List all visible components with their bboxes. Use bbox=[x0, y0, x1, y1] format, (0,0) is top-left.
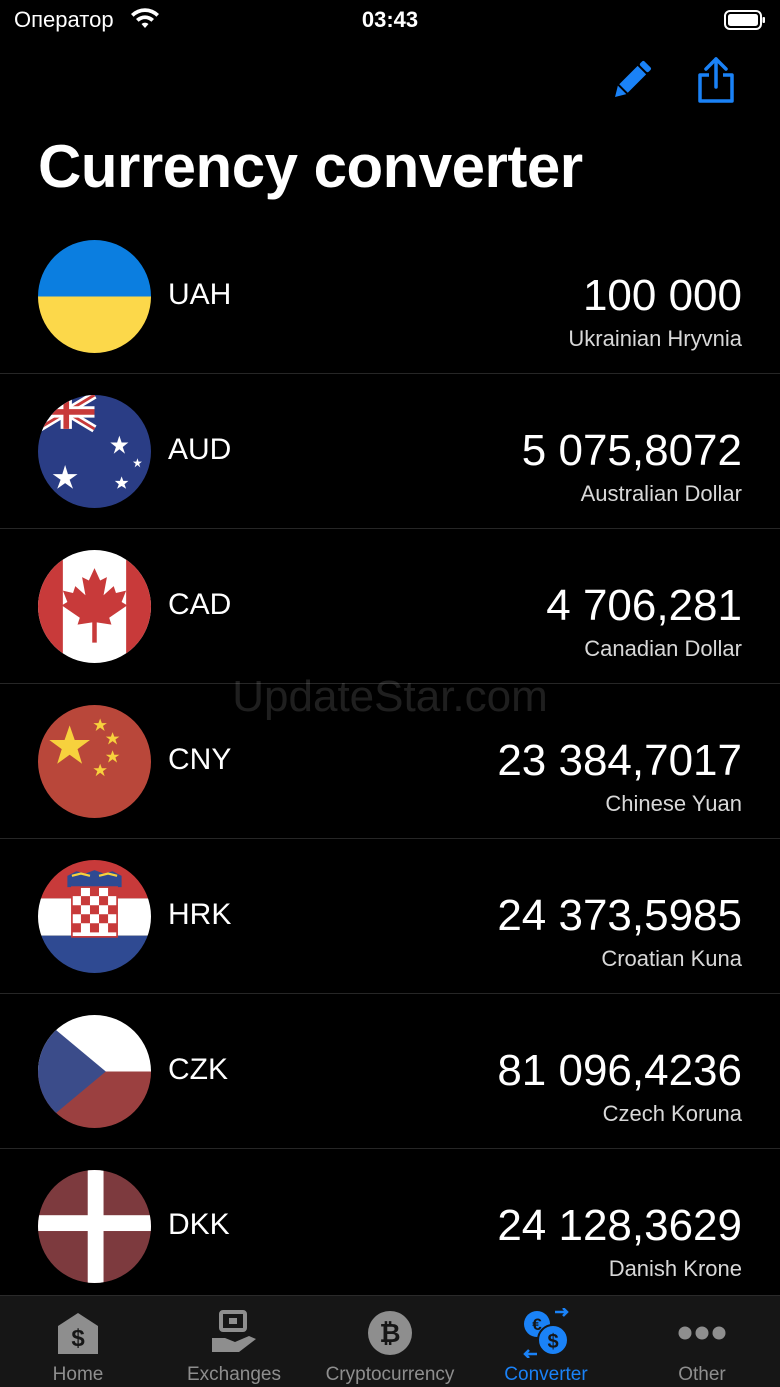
canada-flag-icon bbox=[38, 550, 151, 663]
currency-name: Australian Dollar bbox=[580, 481, 742, 506]
svg-text:$: $ bbox=[547, 1331, 558, 1353]
navigation-actions bbox=[580, 52, 780, 108]
svg-text:₿: ₿ bbox=[379, 1318, 400, 1348]
tab-label: Cryptocurrency bbox=[325, 1364, 455, 1385]
currency-row-uah[interactable]: UAH 100 000 Ukrainian Hryvnia bbox=[0, 219, 780, 374]
currency-row-cny[interactable]: CNY 23 384,7017 Chinese Yuan bbox=[0, 684, 780, 839]
ukraine-flag-icon bbox=[38, 240, 151, 353]
australia-flag-icon bbox=[38, 395, 151, 508]
clock-time: 03:43 bbox=[361, 7, 419, 32]
currency-amount[interactable]: 100 000 bbox=[583, 271, 742, 321]
croatia-flag-icon bbox=[38, 860, 151, 973]
czech-flag-icon bbox=[38, 1015, 151, 1128]
tab-home[interactable]: $ Home bbox=[0, 1296, 156, 1387]
currency-amount[interactable]: 24 128,3629 bbox=[497, 1201, 742, 1251]
more-dots-icon bbox=[678, 1326, 726, 1340]
currency-code: UAH bbox=[168, 278, 232, 311]
currency-convert-icon: € $ bbox=[523, 1308, 569, 1358]
tab-label: Home bbox=[52, 1364, 104, 1385]
currency-amount[interactable]: 23 384,7017 bbox=[497, 736, 742, 786]
currency-name: Danish Krone bbox=[608, 1256, 742, 1281]
currency-row-aud[interactable]: AUD 5 075,8072 Australian Dollar bbox=[0, 374, 780, 529]
currency-name: Chinese Yuan bbox=[605, 791, 742, 816]
currency-name: Czech Koruna bbox=[602, 1101, 742, 1126]
currency-name: Canadian Dollar bbox=[584, 636, 742, 661]
page-title: Currency converter bbox=[38, 133, 583, 200]
tab-bar: $ Home Exchanges ₿ Cryptocurrency € $ Co… bbox=[0, 1295, 780, 1387]
tab-converter[interactable]: € $ Converter bbox=[468, 1296, 624, 1387]
currency-list: UAH 100 000 Ukrainian Hryvnia AUD 5 075,… bbox=[0, 219, 780, 1295]
pencil-icon bbox=[615, 61, 651, 97]
status-bar: Оператор 03:43 bbox=[0, 0, 780, 40]
tab-label: Converter bbox=[504, 1364, 588, 1385]
denmark-flag-icon bbox=[38, 1170, 151, 1283]
currency-row-dkk[interactable]: DKK 24 128,3629 Danish Krone bbox=[0, 1149, 780, 1295]
currency-code: CZK bbox=[168, 1053, 228, 1086]
currency-row-czk[interactable]: CZK 81 096,4236 Czech Koruna bbox=[0, 994, 780, 1149]
currency-code: DKK bbox=[168, 1208, 230, 1241]
currency-code: HRK bbox=[168, 898, 232, 931]
share-button[interactable] bbox=[688, 52, 744, 108]
tab-cryptocurrency[interactable]: ₿ Cryptocurrency bbox=[312, 1296, 468, 1387]
exchange-hand-icon bbox=[212, 1310, 256, 1352]
bitcoin-icon: ₿ bbox=[368, 1311, 412, 1355]
currency-row-cad[interactable]: CAD 4 706,281 Canadian Dollar bbox=[0, 529, 780, 684]
currency-name: Ukrainian Hryvnia bbox=[568, 326, 742, 351]
currency-row-hrk[interactable]: HRK 24 373,5985 Croatian Kuna bbox=[0, 839, 780, 994]
currency-name: Croatian Kuna bbox=[601, 946, 742, 971]
currency-code: CAD bbox=[168, 588, 232, 621]
currency-amount[interactable]: 4 706,281 bbox=[546, 581, 742, 631]
china-flag-icon bbox=[38, 705, 151, 818]
battery-icon bbox=[724, 10, 765, 30]
svg-text:$: $ bbox=[71, 1325, 85, 1352]
currency-amount[interactable]: 5 075,8072 bbox=[522, 426, 742, 476]
tab-label: Other bbox=[678, 1364, 726, 1385]
currency-amount[interactable]: 24 373,5985 bbox=[497, 891, 742, 941]
tab-other[interactable]: Other bbox=[624, 1296, 780, 1387]
dollar-house-icon: $ bbox=[58, 1313, 98, 1354]
edit-button[interactable] bbox=[604, 52, 660, 108]
share-icon bbox=[698, 57, 734, 103]
tab-label: Exchanges bbox=[186, 1364, 281, 1385]
currency-amount[interactable]: 81 096,4236 bbox=[497, 1046, 742, 1096]
currency-code: AUD bbox=[168, 433, 232, 466]
currency-code: CNY bbox=[168, 743, 232, 776]
tab-exchanges[interactable]: Exchanges bbox=[156, 1296, 312, 1387]
